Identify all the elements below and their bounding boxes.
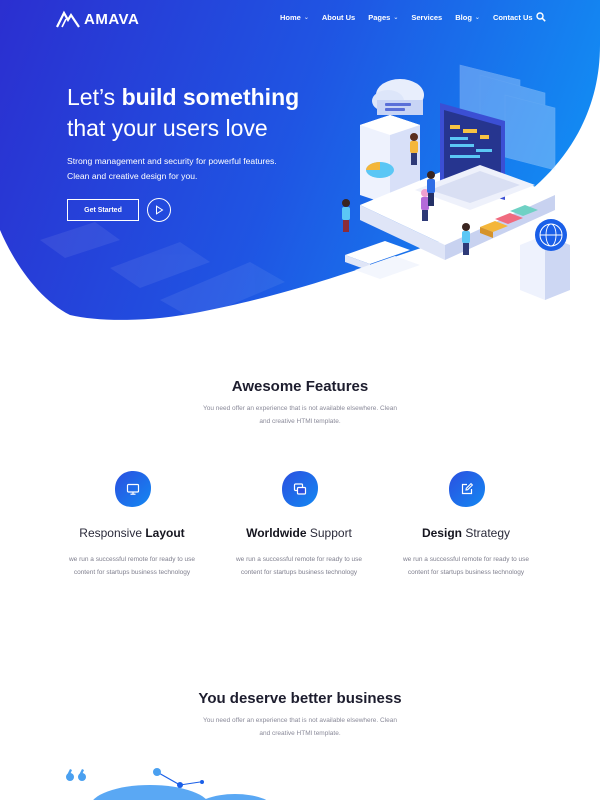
top-navigation: AMAVA Home ⌄ About Us Pages ⌄ Services Blo… xyxy=(0,0,600,36)
feature-title-light: Responsive xyxy=(79,526,146,540)
business-title: You deserve better business xyxy=(198,690,402,707)
quote-icon xyxy=(66,769,86,781)
feature-title-bold: Worldwide xyxy=(246,526,307,540)
hero-title-line2: that your users love xyxy=(67,115,268,141)
feature-title: Responsive Layout xyxy=(52,526,212,540)
nav-item-home[interactable]: Home ⌄ xyxy=(280,13,309,22)
feature-title-light: Strategy xyxy=(461,526,511,540)
hero-title: Let’s build something that your users lo… xyxy=(67,82,299,144)
nav-item-pages[interactable]: Pages ⌄ xyxy=(368,13,398,22)
nav-item-label: Contact Us xyxy=(492,13,533,22)
logo-mark-icon xyxy=(56,10,80,28)
nav-item-label: Blog xyxy=(455,13,472,22)
logo-text: AMAVA xyxy=(84,10,140,28)
feature-icon-badge xyxy=(448,470,486,508)
play-icon xyxy=(156,205,164,215)
nav-item-services[interactable]: Services xyxy=(411,13,442,22)
chevron-down-icon: ⌄ xyxy=(474,15,480,21)
play-video-button[interactable] xyxy=(147,198,171,222)
edit-icon xyxy=(461,482,474,495)
feature-text: we run a successful remote for ready to … xyxy=(402,556,530,576)
hero-title-part: Let’s xyxy=(67,84,122,110)
monitor-icon xyxy=(126,483,140,495)
nav-item-label: Pages xyxy=(368,13,391,22)
main-menu: Home ⌄ About Us Pages ⌄ Services Blog ⌄ Con… xyxy=(280,13,533,22)
hero-subtitle: Strong management and security for power… xyxy=(67,156,277,181)
nav-item-contact-us[interactable]: Contact Us xyxy=(493,13,533,22)
nav-item-blog[interactable]: Blog ⌄ xyxy=(455,13,480,22)
feature-text: we run a successful remote for ready to … xyxy=(235,556,363,576)
feature-title-light: Support xyxy=(306,526,352,540)
features-description: You need offer an experience that is not… xyxy=(202,405,398,425)
business-description: You need offer an experience that is not… xyxy=(202,717,398,737)
chevron-down-icon: ⌄ xyxy=(393,15,399,21)
cloud-icon xyxy=(372,79,424,115)
logo[interactable]: AMAVA xyxy=(56,10,139,28)
features-title: Awesome Features xyxy=(231,378,369,395)
feature-icon-badge xyxy=(281,470,319,508)
hero-title-bold: build something xyxy=(121,84,300,110)
feature-text: we run a successful remote for ready to … xyxy=(68,556,196,576)
bottom-decoration xyxy=(66,768,267,800)
hero-illustration xyxy=(342,64,570,300)
feature-title: Worldwide Support xyxy=(219,526,379,540)
nav-item-label: About Us xyxy=(321,13,356,22)
windows-icon xyxy=(293,483,307,495)
feature-title-bold: Design xyxy=(421,526,462,540)
search-icon[interactable] xyxy=(536,12,546,22)
nav-item-about-us[interactable]: About Us xyxy=(322,13,355,22)
feature-icon-badge xyxy=(114,470,152,508)
nav-item-label: Services xyxy=(411,13,443,22)
feature-title: Design Strategy xyxy=(386,526,546,540)
feature-title-bold: Layout xyxy=(145,526,185,540)
get-started-button[interactable]: Get Started xyxy=(67,199,139,221)
chevron-down-icon: ⌄ xyxy=(303,15,309,21)
nav-item-label: Home xyxy=(280,13,301,22)
